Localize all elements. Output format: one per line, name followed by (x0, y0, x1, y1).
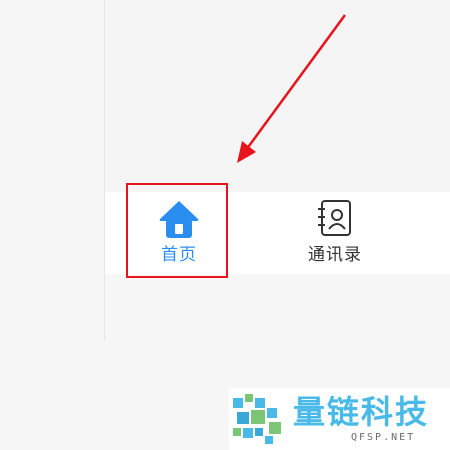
app-window: 首页 通讯录 (104, 0, 450, 340)
content-area (105, 0, 450, 192)
highlight-box (126, 183, 228, 278)
qfsp-logo-icon (233, 394, 281, 444)
watermark-name: 量链科技 (293, 393, 430, 431)
bottom-padding-area (105, 274, 450, 340)
watermark: 量链科技 QFSP.NET (229, 388, 450, 450)
tab-contacts[interactable]: 通讯录 (285, 192, 385, 274)
contacts-book-icon (318, 200, 351, 236)
tab-contacts-label: 通讯录 (308, 245, 362, 265)
watermark-url: QFSP.NET (351, 432, 416, 443)
